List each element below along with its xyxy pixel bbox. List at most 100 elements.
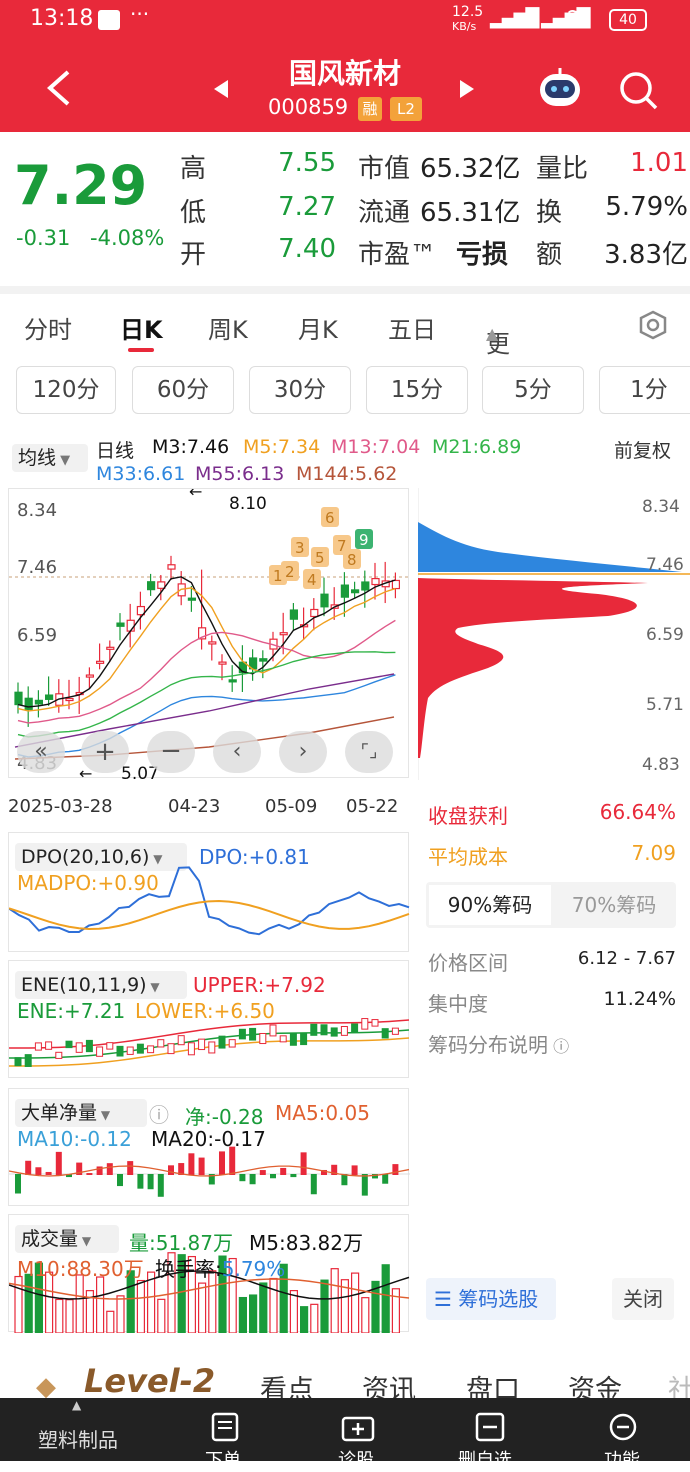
ene-candle (310, 1023, 318, 1036)
big-order-selector[interactable]: 大单净量 ▼ (15, 1099, 147, 1127)
industry-label[interactable]: 塑料制品 (38, 1424, 118, 1453)
help-icon[interactable]: ⓘ (149, 1099, 169, 1128)
candle-body (320, 593, 329, 608)
order-icon[interactable] (210, 1412, 240, 1442)
volume-bar (330, 1268, 339, 1333)
big-order-bar (382, 1174, 389, 1184)
volume-ratio-value: 1.01 (630, 148, 688, 178)
big-order-panel[interactable]: 大单净量 ▼ ⓘ 净:-0.28 MA5:0.05 MA10:-0.12 MA2… (8, 1088, 410, 1206)
chip-select-button[interactable]: ☰ 筹码选股 (426, 1278, 556, 1320)
amount-value: 3.83亿 (604, 240, 688, 270)
period-30min[interactable]: 30分 (249, 366, 351, 414)
remove-watchlist-label[interactable]: 删自选 (458, 1446, 512, 1472)
volume-panel[interactable]: 成交量 ▼ 量:51.87万 M5:83.82万 M10:88.30万 换手率:… (8, 1214, 410, 1333)
fullscreen-icon[interactable]: ⌜⌟ (345, 731, 393, 773)
pan-left-icon[interactable]: ‹ (213, 731, 261, 773)
robot-assistant-icon[interactable] (536, 66, 584, 110)
period-15min[interactable]: 15分 (366, 366, 468, 414)
volume-bar (157, 1298, 166, 1333)
period-1min[interactable]: 1分 (599, 366, 690, 414)
chip-tab-70[interactable]: 70%筹码 (554, 885, 674, 925)
big-order-bar (137, 1174, 144, 1189)
caret-up-icon: ▲ (72, 1398, 82, 1412)
bottom-action-bar: ▲ 塑料制品 下单 诊股 删自选 功能 (0, 1398, 690, 1471)
chip-ylabel-3: 5.71 (646, 695, 684, 715)
ene-candle (157, 1039, 165, 1048)
tab-five-day[interactable]: 五日 (388, 310, 436, 345)
zoom-out-icon[interactable]: − (147, 731, 195, 773)
big-order-bar (351, 1165, 358, 1175)
turnover-value: 5.79% (605, 192, 688, 222)
high-note: 8.10 (229, 494, 267, 514)
candle-body (361, 581, 370, 591)
adjust-mode[interactable]: 前复权 (614, 436, 671, 463)
big-order-bar (249, 1174, 256, 1185)
diagnose-label[interactable]: 诊股 (338, 1446, 374, 1472)
functions-icon[interactable] (608, 1412, 638, 1442)
ma-selector[interactable]: 均线 ▼ (12, 444, 88, 472)
volume-bar (238, 1296, 247, 1333)
tab-weekly-k[interactable]: 周K (208, 310, 248, 345)
ma-period-label: 日线 (96, 440, 135, 462)
period-5min[interactable]: 5分 (482, 366, 584, 414)
profit-value: 66.64% (599, 800, 676, 824)
chip-close-button[interactable]: 关闭 (612, 1278, 674, 1320)
ene-candle (96, 1046, 104, 1057)
volume-bar (116, 1295, 125, 1333)
chip-distribution-chart[interactable]: 8.34 7.46 6.59 5.71 4.83 (417, 488, 690, 780)
big-order-bar (127, 1161, 134, 1175)
low-value: 7.27 (278, 192, 336, 222)
tab-daily-k[interactable]: 日K (120, 310, 163, 345)
ene-candle (269, 1024, 277, 1037)
ene-candle (330, 1027, 338, 1037)
date-label-0: 2025-03-28 (8, 796, 113, 817)
zoom-in-icon[interactable]: + (81, 731, 129, 773)
back-icon[interactable] (44, 68, 74, 108)
volume-bar (320, 1279, 329, 1333)
level2-label[interactable]: Level-2 (84, 1362, 215, 1400)
list-icon: ☰ (434, 1287, 459, 1311)
big-order-bar (86, 1173, 93, 1175)
big-order-bar (117, 1174, 123, 1187)
dropdown-icon: ▼ (56, 453, 71, 468)
volume-value: 量:51.87万 (129, 1231, 233, 1255)
functions-label[interactable]: 功能 (604, 1446, 640, 1472)
search-icon[interactable] (618, 70, 660, 112)
more-dots-icon: ··· (130, 2, 150, 26)
ene-candle (371, 1019, 379, 1027)
kline-chart[interactable]: 8.34 7.46 6.59 4.83 ← 8.10 ← 5.07 123456… (8, 488, 410, 779)
order-label[interactable]: 下单 (205, 1446, 241, 1472)
ma33-line (17, 674, 396, 758)
ene-candle (279, 1035, 287, 1043)
tab-intraday[interactable]: 分时 (24, 310, 72, 345)
prev-stock-icon[interactable] (212, 78, 230, 100)
chip-ylabel-2: 6.59 (646, 625, 684, 645)
pan-right-icon[interactable]: › (279, 731, 327, 773)
chip-tab-90[interactable]: 90%筹码 (429, 885, 551, 925)
ene-selector[interactable]: ENE(10,11,9) ▼ (15, 971, 187, 999)
chip-description-link[interactable]: 筹码分布说明 ⓘ (428, 1029, 569, 1058)
big-order-bar (55, 1151, 62, 1175)
period-120min[interactable]: 120分 (16, 366, 116, 414)
diagnose-icon[interactable] (340, 1412, 376, 1442)
rewind-icon[interactable]: « (17, 731, 65, 773)
period-60min[interactable]: 60分 (132, 366, 234, 414)
stock-header: 国风新材 000859 融 L2 (0, 40, 690, 132)
dpo-panel[interactable]: DPO(20,10,6) ▼ DPO:+0.81 MADPO:+0.90 (8, 832, 410, 952)
volume-bar (65, 1299, 74, 1333)
remove-watchlist-icon[interactable] (474, 1412, 506, 1442)
volume-bar (391, 1288, 400, 1333)
ene-candle (198, 1038, 206, 1051)
volume-selector[interactable]: 成交量 ▼ (15, 1225, 119, 1253)
chip-ylabel-0: 8.34 (642, 497, 680, 517)
signal-marker-label: 5 (315, 549, 325, 567)
candle-body (116, 622, 125, 627)
settings-icon[interactable] (638, 310, 668, 340)
next-stock-icon[interactable] (458, 78, 476, 100)
ene-panel[interactable]: ENE(10,11,9) ▼ UPPER:+7.92 ENE:+7.21 LOW… (8, 960, 410, 1078)
tab-monthly-k[interactable]: 月K (298, 310, 338, 345)
ma-m3: M3:7.46 (152, 436, 230, 458)
signal-marker-label: 9 (359, 531, 369, 549)
date-label-3: 05-22 (346, 796, 399, 817)
date-label-1: 04-23 (168, 796, 221, 817)
